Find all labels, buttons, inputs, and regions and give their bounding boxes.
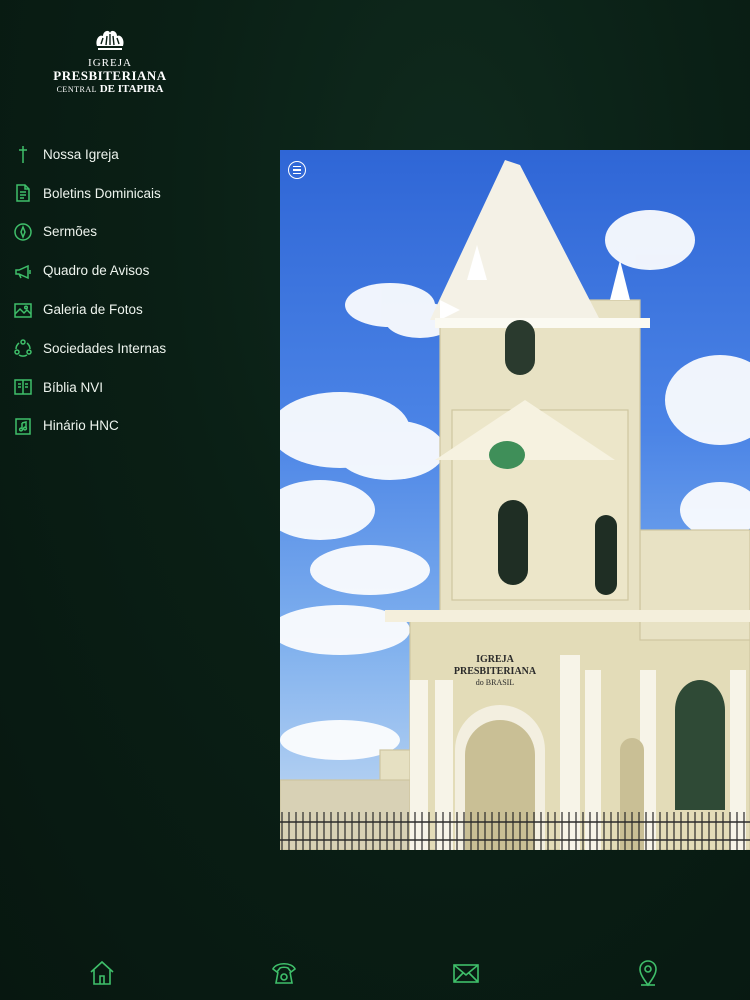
cross-icon (12, 143, 34, 165)
phone-button[interactable] (269, 958, 299, 988)
logo-line-3-small: CENTRAL (56, 85, 97, 94)
home-icon (90, 960, 114, 985)
hymnal-icon (12, 415, 34, 437)
mail-icon (453, 964, 479, 983)
sidebar-item-label: Bíblia NVI (43, 379, 104, 395)
menu-line (293, 169, 301, 171)
photo-gallery-icon (12, 299, 34, 321)
church-illustration: IGREJA PRESBITERIANA do BRASIL (280, 160, 750, 850)
sidebar-menu: Nossa Igreja Boletins Dominicais Sermões… (12, 135, 262, 445)
menu-line (293, 166, 301, 168)
sign-line-3: do BRASIL (476, 678, 515, 687)
sidebar-item-label: Sermões (43, 224, 98, 240)
church-photo: IGREJA PRESBITERIANA do BRASIL (280, 150, 750, 850)
sidebar-item-label: Nossa Igreja (43, 146, 119, 162)
sidebar-item-label: Boletins Dominicais (43, 185, 161, 201)
sidebar-item-label: Galeria de Fotos (43, 302, 143, 318)
megaphone-icon (12, 260, 34, 282)
logo-line-2: PRESBITERIANA (53, 68, 167, 83)
phone-icon (272, 962, 296, 984)
bible-icon (12, 376, 34, 398)
location-button[interactable] (633, 958, 663, 988)
church-logo: IGREJA PRESBITERIANA CENTRAL DE ITAPIRA (40, 28, 180, 96)
sidebar-item-sociedades[interactable]: Sociedades Internas (12, 329, 262, 368)
email-button[interactable] (451, 958, 481, 988)
compass-icon (12, 221, 34, 243)
sidebar-item-nossa-igreja[interactable]: Nossa Igreja (12, 135, 262, 174)
document-icon (12, 182, 34, 204)
logo-line-3: CENTRAL DE ITAPIRA (40, 83, 180, 96)
home-button[interactable] (87, 958, 117, 988)
location-icon (639, 960, 657, 987)
sidebar-item-biblia[interactable]: Bíblia NVI (12, 368, 262, 407)
menu-line (293, 172, 301, 174)
sidebar-item-avisos[interactable]: Quadro de Avisos (12, 251, 262, 290)
bottom-nav (0, 950, 750, 1000)
logo-line-3-main: DE ITAPIRA (99, 83, 164, 95)
sidebar-item-label: Quadro de Avisos (43, 263, 150, 279)
sidebar-item-boletins[interactable]: Boletins Dominicais (12, 174, 262, 213)
sidebar-item-label: Sociedades Internas (43, 340, 167, 356)
people-circle-icon (12, 337, 34, 359)
sign-line-2: PRESBITERIANA (454, 666, 537, 677)
burning-bush-icon (96, 30, 124, 50)
sidebar-item-galeria[interactable]: Galeria de Fotos (12, 290, 262, 329)
menu-toggle-button[interactable] (288, 161, 306, 179)
sidebar-item-hinario[interactable]: Hinário HNC (12, 407, 262, 446)
sidebar-item-label: Hinário HNC (43, 418, 119, 434)
sidebar-item-sermoes[interactable]: Sermões (12, 213, 262, 252)
sign-line-1: IGREJA (476, 654, 515, 665)
